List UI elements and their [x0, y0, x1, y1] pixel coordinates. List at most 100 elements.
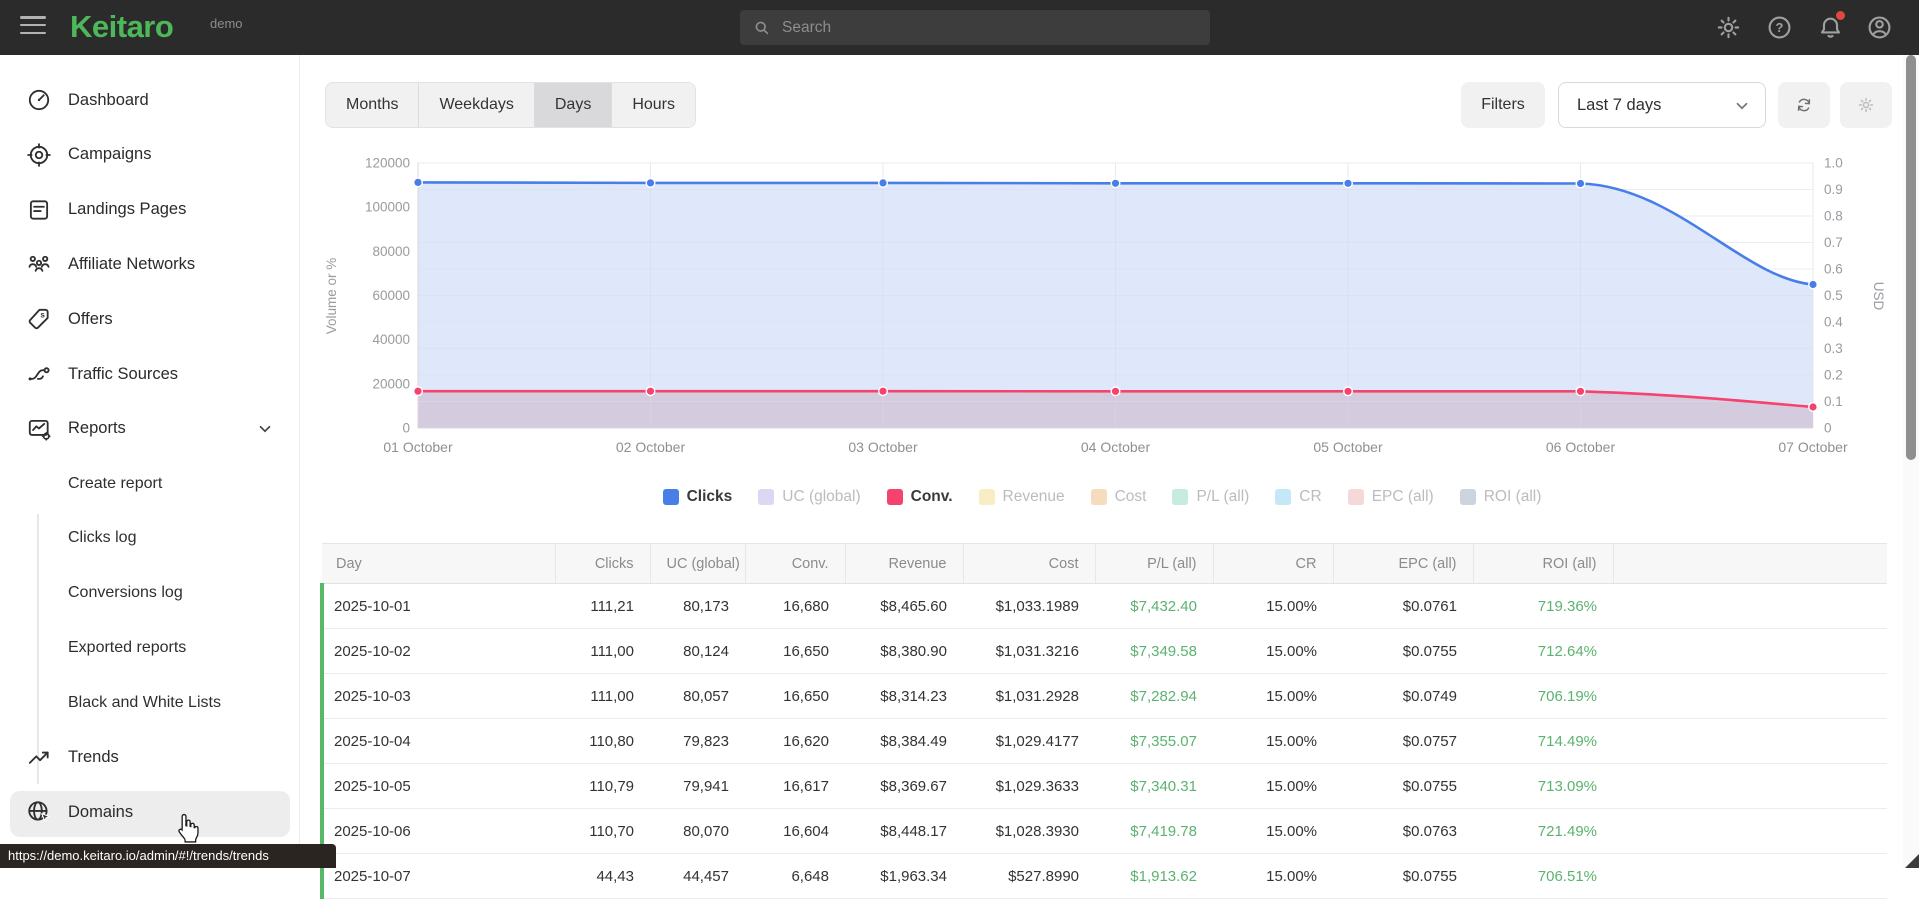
table-cell: 712.64%: [1473, 628, 1613, 674]
table-cell: 110,80: [555, 718, 650, 764]
table-cell: 110,70: [555, 808, 650, 854]
column-header[interactable]: Day: [322, 543, 556, 584]
svg-text:03 October: 03 October: [848, 439, 918, 455]
table-cell: 2025-10-05: [320, 763, 555, 809]
legend-item-uc-global-[interactable]: UC (global): [758, 488, 861, 506]
table-cell: 721.49%: [1473, 808, 1613, 854]
chevron-down-icon: [1736, 102, 1748, 110]
search-bar[interactable]: [740, 10, 1210, 45]
top-bar: Keitaro demo ?: [0, 0, 1919, 55]
column-header[interactable]: EPC (all): [1333, 543, 1474, 584]
sidebar-item-dashboard[interactable]: Dashboard: [0, 73, 300, 127]
scrollbar-thumb[interactable]: [1906, 55, 1916, 460]
sidebar-item-offers[interactable]: s Offers: [0, 292, 300, 346]
table-cell: $7,419.78: [1095, 808, 1213, 854]
legend-item-revenue[interactable]: Revenue: [978, 488, 1065, 506]
sidebar-item-affiliate[interactable]: Affiliate Networks: [0, 237, 300, 291]
table-cell: $8,448.17: [845, 808, 963, 854]
legend-item-p-l-all-[interactable]: P/L (all): [1172, 488, 1249, 506]
sidebar-subitem-clicks-log[interactable]: Clicks log: [0, 511, 300, 565]
legend-swatch: [1275, 489, 1292, 505]
gear-icon[interactable]: [1715, 14, 1742, 41]
column-header[interactable]: Revenue: [845, 543, 964, 584]
dashboard-icon: [26, 87, 52, 113]
table-cell: 80,173: [650, 583, 745, 629]
table-cell: 15.00%: [1213, 628, 1333, 674]
chart-legend: Clicks UC (global) Conv. Revenue Cost P/…: [318, 488, 1886, 506]
sidebar-item-traffic[interactable]: Traffic Sources: [0, 347, 300, 401]
column-header[interactable]: ROI (all): [1473, 543, 1614, 584]
table-cell: 15.00%: [1213, 853, 1333, 899]
affiliate-icon: [26, 251, 52, 277]
legend-swatch: [1459, 489, 1476, 505]
tab-months[interactable]: Months: [326, 83, 420, 127]
sidebar-subitem-conversions-log[interactable]: Conversions log: [0, 566, 300, 620]
column-header[interactable]: Clicks: [555, 543, 651, 584]
sidebar-subitem-black-and-white-lists[interactable]: Black and White Lists: [0, 676, 300, 730]
table-cell: 15.00%: [1213, 583, 1333, 629]
app-logo: Keitaro: [70, 9, 174, 44]
legend-swatch: [758, 489, 775, 505]
table-cell: $8,314.23: [845, 673, 963, 719]
table-cell: 706.19%: [1473, 673, 1613, 719]
table-cell: $1,029.4177: [963, 718, 1095, 764]
svg-text:120000: 120000: [365, 156, 410, 171]
table-cell: $0.0761: [1333, 583, 1473, 629]
table-cell: 2025-10-07: [320, 853, 555, 899]
search-input[interactable]: [782, 18, 1182, 37]
legend-item-clicks[interactable]: Clicks: [662, 488, 732, 506]
legend-item-epc-all-[interactable]: EPC (all): [1347, 488, 1434, 506]
table-cell: 16,650: [745, 673, 845, 719]
table-cell: 15.00%: [1213, 808, 1333, 854]
sidebar-subitem-exported-reports[interactable]: Exported reports: [0, 621, 300, 675]
chart-settings-button[interactable]: [1840, 82, 1892, 128]
table-cell: $7,349.58: [1095, 628, 1213, 674]
table-cell: $1,033.1989: [963, 583, 1095, 629]
svg-text:0.2: 0.2: [1824, 368, 1843, 383]
trends-line-chart: 0 20000 40000 60000 80000 100000 120000 0 0.1 0.2…: [324, 156, 1886, 456]
sidebar-item-domains[interactable]: Domains: [0, 785, 300, 839]
sidebar-item-campaigns[interactable]: Campaigns: [0, 128, 300, 182]
filters-button[interactable]: Filters: [1461, 82, 1545, 128]
table-row: 2025-10-06 110,70 80,070 16,604 $8,448.17 $1,…: [320, 808, 1887, 854]
svg-text:02 October: 02 October: [616, 439, 686, 455]
table-cell: $7,355.07: [1095, 718, 1213, 764]
sidebar-subitem-create-report[interactable]: Create report: [0, 457, 300, 511]
tab-hours[interactable]: Hours: [612, 83, 696, 127]
sidebar-item-trends[interactable]: Trends: [0, 731, 300, 785]
table-row: 2025-10-02 111,00 80,124 16,650 $8,380.90 $1,…: [320, 628, 1887, 674]
refresh-button[interactable]: [1778, 82, 1830, 128]
table-cell: $7,282.94: [1095, 673, 1213, 719]
table-cell: $0.0763: [1333, 808, 1473, 854]
svg-text:0: 0: [1824, 421, 1832, 436]
user-icon[interactable]: [1866, 14, 1893, 41]
legend-item-cr[interactable]: CR: [1275, 488, 1322, 506]
sidebar-item-landings[interactable]: Landings Pages: [0, 183, 300, 237]
table-cell: 15.00%: [1213, 673, 1333, 719]
legend-item-cost[interactable]: Cost: [1090, 488, 1146, 506]
table-cell: 6,648: [745, 853, 845, 899]
column-header[interactable]: CR: [1213, 543, 1334, 584]
page-scrollbar[interactable]: [1903, 55, 1919, 868]
table-row: 2025-10-01 111,21 80,173 16,680 $8,465.60 $1,…: [320, 583, 1887, 629]
sidebar-item-reports[interactable]: Reports: [0, 402, 300, 456]
table-cell: $0.0755: [1333, 853, 1473, 899]
tab-weekdays[interactable]: Weekdays: [419, 83, 535, 127]
column-header[interactable]: Cost: [963, 543, 1096, 584]
sidebar: Dashboard Campaigns Landings Pages Affil…: [0, 55, 300, 868]
table-cell: 79,941: [650, 763, 745, 809]
date-range-select[interactable]: Last 7 days: [1558, 82, 1766, 128]
help-icon[interactable]: ?: [1766, 14, 1793, 41]
table-cell: 111,00: [555, 673, 650, 719]
column-header[interactable]: P/L (all): [1095, 543, 1214, 584]
table-cell: 16,604: [745, 808, 845, 854]
table-cell: 16,617: [745, 763, 845, 809]
landings-icon: [26, 197, 52, 223]
legend-item-roi-all-[interactable]: ROI (all): [1459, 488, 1541, 506]
hamburger-menu-icon[interactable]: [20, 16, 46, 38]
legend-item-conv-[interactable]: Conv.: [886, 488, 953, 506]
tab-days[interactable]: Days: [534, 83, 613, 127]
svg-text:0.1: 0.1: [1824, 394, 1843, 409]
column-header[interactable]: UC (global): [650, 543, 746, 584]
column-header[interactable]: Conv.: [745, 543, 846, 584]
